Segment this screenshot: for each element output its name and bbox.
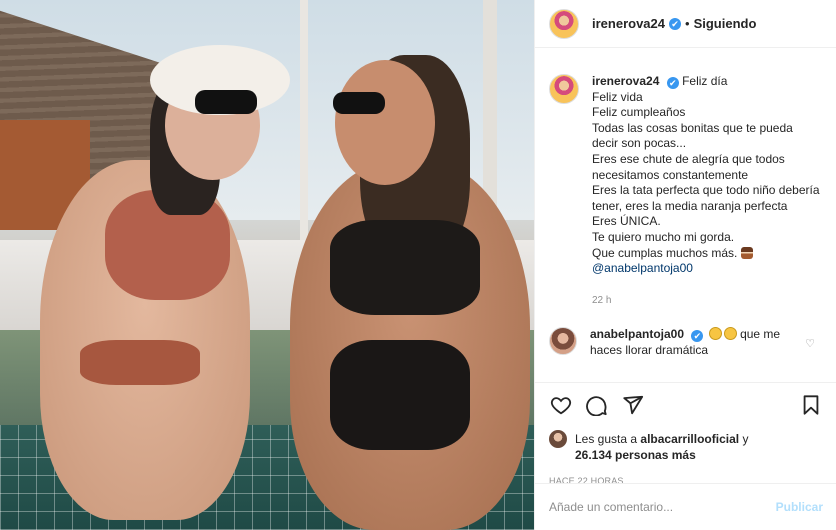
post-actions: Les gusta a albacarrillooficial y 26.134… — [535, 382, 836, 486]
photo-sunglasses — [333, 92, 385, 114]
author-avatar[interactable] — [549, 74, 579, 104]
post-photo[interactable] — [0, 0, 534, 530]
commenter-avatar[interactable] — [549, 327, 577, 356]
likes-summary: Les gusta a albacarrillooficial y 26.134… — [549, 430, 823, 463]
action-row — [549, 393, 823, 417]
caption-line: Eres la tata perfecta que todo niño debe… — [592, 183, 820, 213]
author-username[interactable]: irenerova24 — [592, 16, 665, 31]
following-button[interactable]: Siguiendo — [694, 16, 757, 31]
caption-line: Feliz vida — [592, 89, 643, 104]
mention-link[interactable]: @anabelpantoja00 — [592, 261, 822, 277]
comments-list[interactable]: irenerova24 ✔ Feliz día Feliz vida Feliz… — [535, 56, 836, 382]
likes-joiner: y — [742, 432, 749, 446]
caption-time[interactable]: 22 h — [592, 293, 822, 309]
caption-line: Eres ese chute de alegría que todos nece… — [592, 151, 785, 182]
liker-avatar[interactable] — [549, 430, 567, 448]
post-header: irenerova24 ✔ • Siguiendo — [535, 0, 836, 48]
weary-face-emoji-icon — [708, 327, 722, 341]
likes-prefix: Les gusta a — [575, 432, 638, 446]
likes-text: Les gusta a albacarrillooficial y 26.134… — [575, 431, 748, 463]
photo-sunglasses — [195, 90, 257, 114]
comment-input[interactable] — [549, 500, 776, 514]
verified-icon: ✔ — [669, 17, 681, 30]
comment-like-heart-icon[interactable]: ♡ — [805, 337, 815, 350]
add-comment-bar: Publicar — [535, 483, 836, 530]
verified-icon: ✔ — [666, 77, 679, 89]
like-heart-icon[interactable] — [549, 393, 573, 417]
publish-button[interactable]: Publicar — [776, 500, 823, 514]
comment-username[interactable]: anabelpantoja00 — [590, 327, 684, 341]
caption-line: Feliz cumpleaños — [592, 105, 686, 120]
comment-body: anabelpantoja00 ✔ que me haces llorar dr… — [590, 327, 806, 358]
likes-count[interactable]: 26.134 personas más — [575, 448, 696, 462]
post-panel: irenerova24 ✔ • Siguiendo irenerova24 ✔ … — [534, 0, 836, 530]
photo-face — [335, 60, 435, 185]
separator-dot: • — [685, 16, 690, 31]
caption-line: Te quiero mucho mi gorda. — [592, 229, 735, 244]
caption: irenerova24 ✔ Feliz día Feliz vida Feliz… — [549, 56, 823, 308]
caption-line: Feliz día — [682, 74, 728, 88]
share-paper-plane-icon[interactable] — [621, 393, 645, 417]
photo-swimsuit-top — [330, 220, 480, 315]
photo-swimsuit-bottom — [80, 340, 200, 385]
comment-item: anabelpantoja00 ✔ que me haces llorar dr… — [549, 327, 823, 358]
liker-username[interactable]: albacarrillooficial — [640, 432, 739, 446]
cake-emoji-icon — [740, 246, 753, 259]
weary-face-emoji-icon — [723, 327, 737, 341]
author-avatar[interactable] — [549, 8, 579, 39]
caption-line: Todas las cosas bonitas que te pueda dec… — [592, 120, 793, 151]
comment-bubble-icon[interactable] — [585, 393, 609, 417]
photo-pole — [300, 0, 308, 250]
caption-line: Que cumplas muchos más. — [592, 245, 738, 260]
caption-username[interactable]: irenerova24 — [592, 74, 659, 88]
caption-line: Eres ÚNICA. — [592, 214, 661, 229]
verified-icon: ✔ — [691, 330, 704, 343]
photo-swimsuit-bottom — [330, 340, 470, 450]
save-bookmark-icon[interactable] — [799, 393, 823, 417]
caption-body: irenerova24 ✔ Feliz día Feliz vida Feliz… — [592, 74, 822, 308]
